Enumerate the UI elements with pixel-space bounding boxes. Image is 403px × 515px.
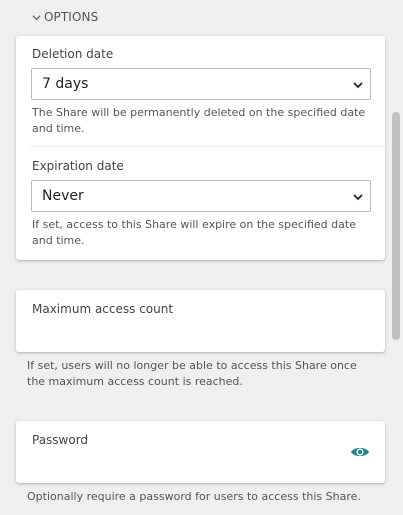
password-field[interactable]: Password [16,421,385,483]
options-card: Deletion date 7 days The Share will be p… [16,36,385,260]
deletion-date-select[interactable]: 7 days [31,68,371,100]
divider [30,146,385,147]
chevron-down-icon [32,14,41,20]
chevron-down-icon [353,194,363,201]
password-help: Optionally require a password for users … [27,490,361,503]
chevron-down-icon [353,82,363,89]
options-label: OPTIONS [44,10,99,24]
expiration-date-help: If set, access to this Share will expire… [32,218,356,247]
deletion-date-help: The Share will be permanently deleted on… [32,106,366,135]
max-access-count-label: Maximum access count [32,302,174,316]
password-label: Password [32,433,89,447]
deletion-date-value: 7 days [42,76,89,92]
expiration-date-value: Never [42,188,84,204]
deletion-date-label: Deletion date [32,47,114,61]
expiration-date-select[interactable]: Never [31,180,371,212]
max-access-count-help: If set, users will no longer be able to … [27,359,357,388]
max-access-count-field[interactable]: Maximum access count [16,290,385,352]
options-toggle[interactable]: OPTIONS [31,10,98,24]
expiration-date-label: Expiration date [32,159,124,173]
eye-icon[interactable] [350,445,370,459]
scrollbar-thumb[interactable] [392,112,400,340]
